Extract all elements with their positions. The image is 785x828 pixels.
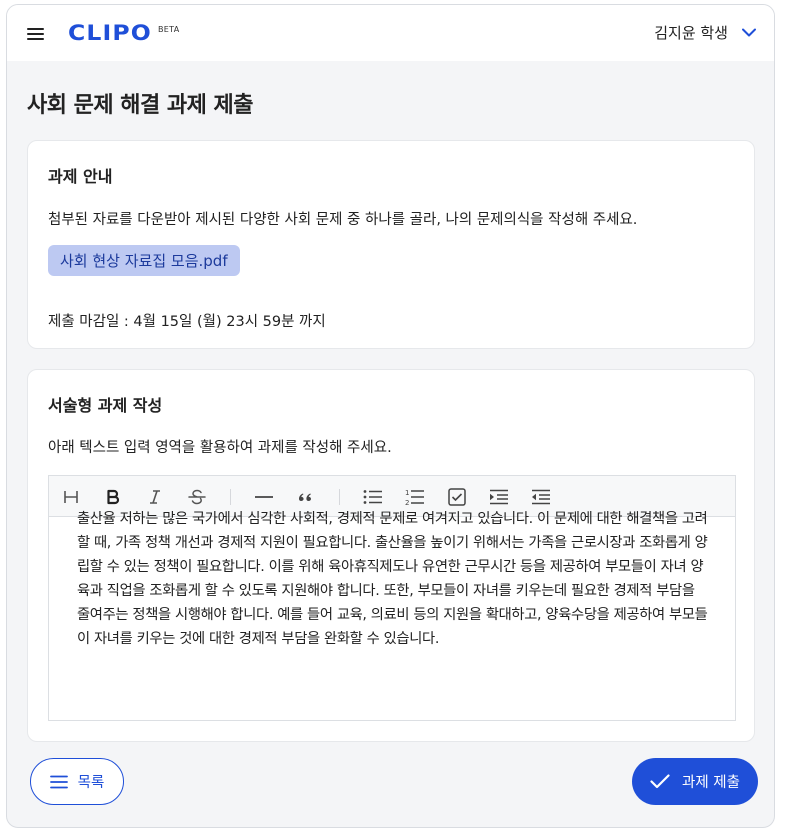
logo-text: CLIPO [68, 21, 152, 45]
attachment-download-link[interactable]: 사회 현상 자료집 모음.pdf [48, 245, 240, 276]
assignment-info-card: 과제 안내 첨부된 자료를 다운받아 제시된 다양한 사회 문제 중 하나를 골… [27, 140, 755, 349]
outdent-icon[interactable] [530, 486, 552, 508]
svg-text:1: 1 [405, 489, 409, 497]
svg-text:2: 2 [405, 499, 409, 506]
list-button-label: 목록 [77, 775, 105, 791]
bold-icon[interactable] [102, 486, 124, 508]
bullet-list-icon[interactable] [362, 486, 384, 508]
essay-card: 서술형 과제 작성 아래 텍스트 입력 영역을 활용하여 과제를 작성해 주세요… [27, 369, 755, 742]
italic-icon[interactable] [144, 486, 166, 508]
user-name: 김지윤 학생 [654, 24, 728, 42]
toolbar-divider [230, 489, 231, 505]
horizontal-rule-icon[interactable] [253, 486, 275, 508]
page-title: 사회 문제 해결 과제 제출 [27, 93, 254, 118]
text-editor: 12 출산율 저하는 많은 국가에서 심각한 사회적, 경제적 문제로 여겨지고… [48, 475, 736, 721]
top-bar: CLIPO BETA 김지윤 학생 [7, 5, 774, 61]
submit-button-label: 과제 제출 [682, 775, 740, 791]
quote-icon[interactable] [295, 486, 317, 508]
toolbar-divider [339, 489, 340, 505]
indent-icon[interactable] [488, 486, 510, 508]
hamburger-menu-icon[interactable] [27, 25, 45, 41]
ordered-list-icon[interactable]: 12 [404, 486, 426, 508]
beta-badge: BETA [158, 25, 180, 34]
strikethrough-icon[interactable] [186, 486, 208, 508]
essay-instruction: 아래 텍스트 입력 영역을 활용하여 과제를 작성해 주세요. [48, 440, 392, 456]
essay-heading: 서술형 과제 작성 [48, 396, 163, 415]
checklist-icon[interactable] [446, 486, 468, 508]
list-icon [49, 775, 68, 788]
list-button[interactable]: 목록 [30, 758, 124, 805]
assignment-info-heading: 과제 안내 [48, 167, 113, 186]
essay-text-area[interactable]: 출산율 저하는 많은 국가에서 심각한 사회적, 경제적 문제로 여겨지고 있습… [77, 507, 709, 651]
user-menu[interactable]: 김지윤 학생 [654, 22, 756, 43]
check-icon [650, 774, 670, 789]
submit-button[interactable]: 과제 제출 [632, 758, 758, 805]
chevron-down-icon [742, 28, 756, 37]
deadline-text: 제출 마감일 : 4월 15일 (월) 23시 59분 까지 [48, 314, 326, 330]
app-window: CLIPO BETA 김지윤 학생 사회 문제 해결 과제 제출 과제 안내 첨… [6, 4, 775, 828]
heading-icon[interactable] [60, 486, 82, 508]
logo[interactable]: CLIPO BETA [68, 23, 179, 44]
assignment-description: 첨부된 자료를 다운받아 제시된 다양한 사회 문제 중 하나를 골라, 나의 … [48, 212, 638, 228]
